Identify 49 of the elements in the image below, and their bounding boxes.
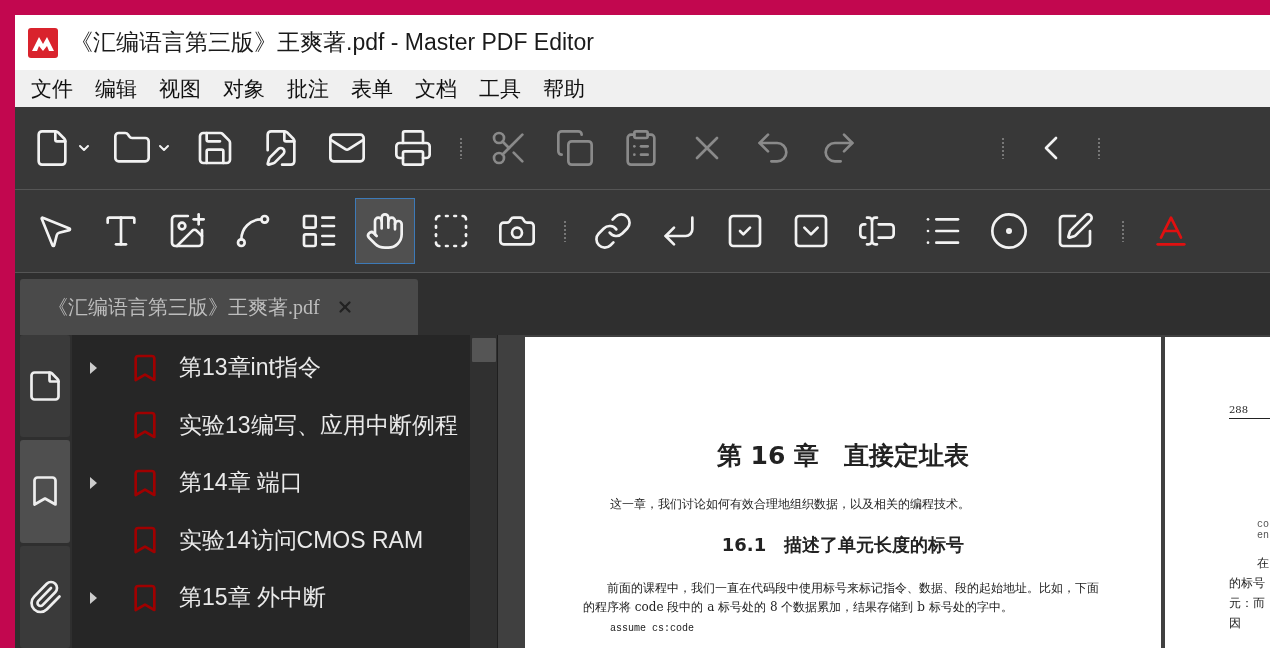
code-line: co: [1257, 519, 1270, 530]
toolbar-grip[interactable]: [459, 137, 463, 159]
printer-icon: [393, 128, 433, 168]
app-logo-icon: [28, 27, 58, 58]
menu-item[interactable]: 工具: [479, 74, 521, 103]
bookmark-item[interactable]: 实验14访问CMOS RAM: [179, 524, 424, 556]
menu-item[interactable]: 帮助: [543, 74, 585, 103]
toolbar-grip[interactable]: [1001, 137, 1005, 159]
menu-item[interactable]: 批注: [287, 74, 329, 103]
attachments-tab[interactable]: [20, 545, 70, 648]
pages-tab[interactable]: [20, 335, 70, 438]
menu-item[interactable]: 对象: [223, 74, 265, 103]
bookmark-item[interactable]: 第13章int指令: [179, 352, 321, 384]
text-line: 元：而: [1229, 595, 1266, 612]
copy-icon: [555, 128, 595, 168]
radio-icon: [989, 211, 1029, 251]
page-number: 288: [1229, 404, 1270, 419]
text-line: 在: [1257, 555, 1270, 572]
menu-item[interactable]: 视图: [159, 74, 201, 103]
paperclip-icon: [27, 578, 63, 615]
expand-arrow-icon[interactable]: [90, 361, 97, 374]
intro-text: 这一章，我们讨论如何有效合理地组织数据，以及相关的编程技术。: [610, 496, 970, 513]
window-title: 《汇编语言第三版》王爽著.pdf - Master PDF Editor: [70, 28, 594, 57]
menu-item[interactable]: 文件: [31, 74, 73, 103]
scrollbar[interactable]: [470, 335, 497, 648]
toolbar-grip[interactable]: [1097, 137, 1101, 159]
document-tab[interactable]: 《汇编语言第三版》王爽著.pdf: [20, 279, 418, 335]
bookmark-item[interactable]: 实验13编写、应用中断例程: [179, 409, 458, 441]
menu-item[interactable]: 编辑: [95, 74, 137, 103]
menu-item[interactable]: 文档: [415, 74, 457, 103]
tab-label: 《汇编语言第三版》王爽著.pdf: [48, 294, 320, 321]
toolbar-grip[interactable]: [1121, 220, 1125, 242]
scrollbar-thumb[interactable]: [471, 338, 496, 362]
hand-tool-button[interactable]: [355, 198, 415, 264]
chapter-heading: 第 16 章 直接定址表: [716, 440, 970, 472]
expand-arrow-icon[interactable]: [90, 591, 97, 604]
text-line: 的标号: [1229, 575, 1266, 592]
text-line: 因: [1229, 615, 1242, 632]
toolbar-grip[interactable]: [563, 220, 567, 242]
paragraph: 前面的课程中，我们一直在代码段中使用标号来标记指令、数据、段的起始地址。比如，下面的程序将 code 段中的 a 标号处的 8 个数据累加，结果存储到 b 标号处的字中。: [583, 580, 1100, 616]
bookmark-item[interactable]: 第14章 端口: [179, 467, 303, 499]
bookmarks-tab[interactable]: [20, 440, 70, 543]
section-heading: 16.1 描述了单元长度的标号: [721, 533, 965, 557]
hand-icon: [365, 211, 405, 251]
code-line: assume cs:code: [610, 623, 694, 634]
menu-item[interactable]: 表单: [351, 74, 393, 103]
bookmark-item[interactable]: 第15章 外中断: [179, 582, 326, 614]
expand-arrow-icon[interactable]: [90, 476, 97, 489]
code-line: en: [1257, 530, 1270, 541]
